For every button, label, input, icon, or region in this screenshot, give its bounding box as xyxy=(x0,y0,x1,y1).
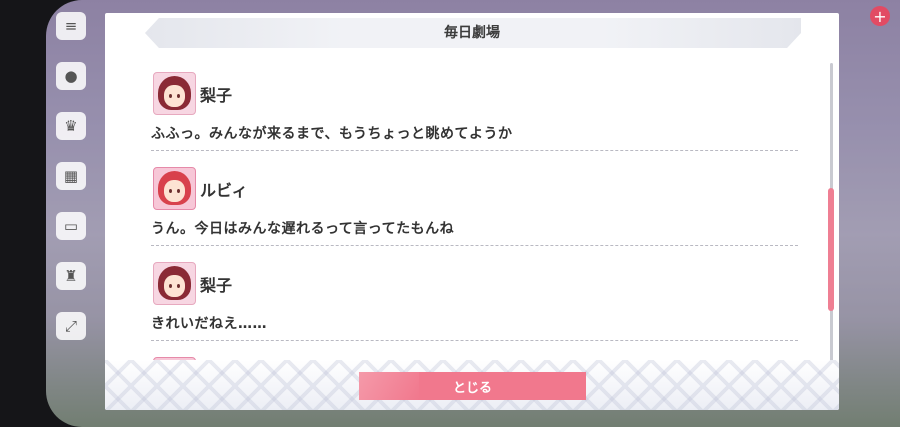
screen-icon[interactable]: ▭ xyxy=(56,212,86,240)
expand-icon[interactable]: ⤢ xyxy=(56,312,86,340)
dialogue-text: うん。今日はみんな遅れるって言ってたもんね xyxy=(151,221,455,237)
trophy-icon[interactable]: ♜ xyxy=(56,262,86,290)
dialog-title: 毎日劇場 xyxy=(444,25,500,41)
dialogue-text: きれいだねえ…… xyxy=(151,316,267,332)
speaker-name: 梨子 xyxy=(200,275,233,295)
riko-avatar xyxy=(153,72,196,115)
divider xyxy=(151,150,798,151)
list-item: ルビィ うん。今日はみんな遅れるって言ってたもんね xyxy=(140,161,798,256)
list-item: 梨子 ふふっ。みんなが来るまで、もうちょっと眺めてようか xyxy=(140,66,798,161)
dialogue-list[interactable]: 梨子 ふふっ。みんなが来るまで、もうちょっと眺めてようか ルビィ うん。今日はみ… xyxy=(140,66,798,369)
daily-theater-dialog: 毎日劇場 梨子 ふふっ。みんなが来るまで、もうちょっと眺めてようか ルビィ うん… xyxy=(105,13,839,410)
plus-icon[interactable]: + xyxy=(870,6,890,26)
chat-icon[interactable]: ● xyxy=(56,62,86,90)
divider xyxy=(151,245,798,246)
present-icon[interactable]: ♛ xyxy=(56,112,86,140)
divider xyxy=(151,340,798,341)
side-menu-rail: ≡ ● ♛ ▦ ▭ ♜ ⤢ xyxy=(52,0,90,427)
speaker-name: ルビィ xyxy=(200,180,248,200)
ruby-avatar xyxy=(153,167,196,210)
gift-icon[interactable]: ▦ xyxy=(56,162,86,190)
list-item: 梨子 きれいだねえ…… xyxy=(140,256,798,351)
dialogue-text: ふふっ。みんなが来るまで、もうちょっと眺めてようか xyxy=(151,126,513,142)
riko-avatar xyxy=(153,262,196,305)
scrollbar-thumb[interactable] xyxy=(828,188,834,311)
close-button[interactable]: とじる xyxy=(359,372,586,400)
menu-icon[interactable]: ≡ xyxy=(56,12,86,40)
speaker-name: 梨子 xyxy=(200,85,233,105)
